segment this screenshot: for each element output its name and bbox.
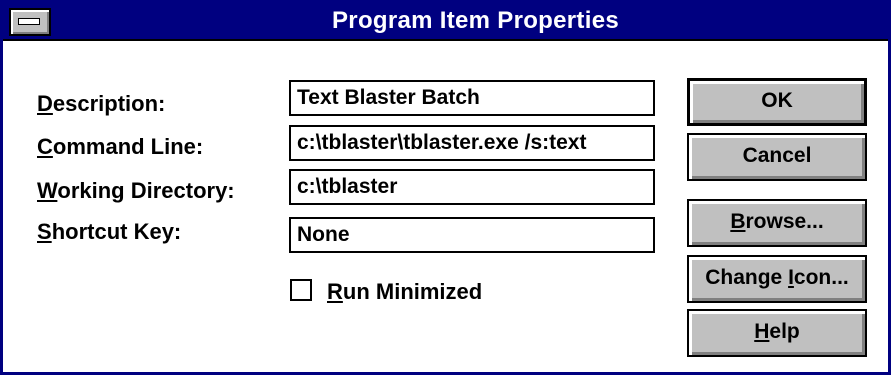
cancel-button[interactable]: Cancel xyxy=(687,133,867,181)
run-minimized-label[interactable]: Run Minimized xyxy=(327,278,482,306)
browse-button[interactable]: Browse... xyxy=(687,199,867,247)
system-menu-button[interactable] xyxy=(9,8,51,36)
run-minimized-checkbox[interactable] xyxy=(290,279,312,301)
shortcut-key-label: Shortcut Key: xyxy=(37,219,182,244)
command-line-label: Command Line: xyxy=(37,134,204,159)
program-item-properties-dialog: Program Item Properties Description: Tex… xyxy=(0,0,891,375)
shortcut-key-field[interactable]: None xyxy=(289,217,655,253)
system-menu-icon xyxy=(18,18,40,25)
title-bar: Program Item Properties xyxy=(3,3,888,41)
command-line-field[interactable]: c:\tblaster\tblaster.exe /s:text xyxy=(289,125,655,161)
description-label: Description: xyxy=(37,91,166,116)
working-directory-field[interactable]: c:\tblaster xyxy=(289,169,655,205)
description-field[interactable]: Text Blaster Batch xyxy=(289,80,655,116)
ok-button[interactable]: OK xyxy=(687,78,867,126)
change-icon-button[interactable]: Change Icon... xyxy=(687,255,867,303)
help-button[interactable]: Help xyxy=(687,309,867,357)
window-title: Program Item Properties xyxy=(332,7,619,34)
working-directory-label: Working Directory: xyxy=(37,178,235,203)
